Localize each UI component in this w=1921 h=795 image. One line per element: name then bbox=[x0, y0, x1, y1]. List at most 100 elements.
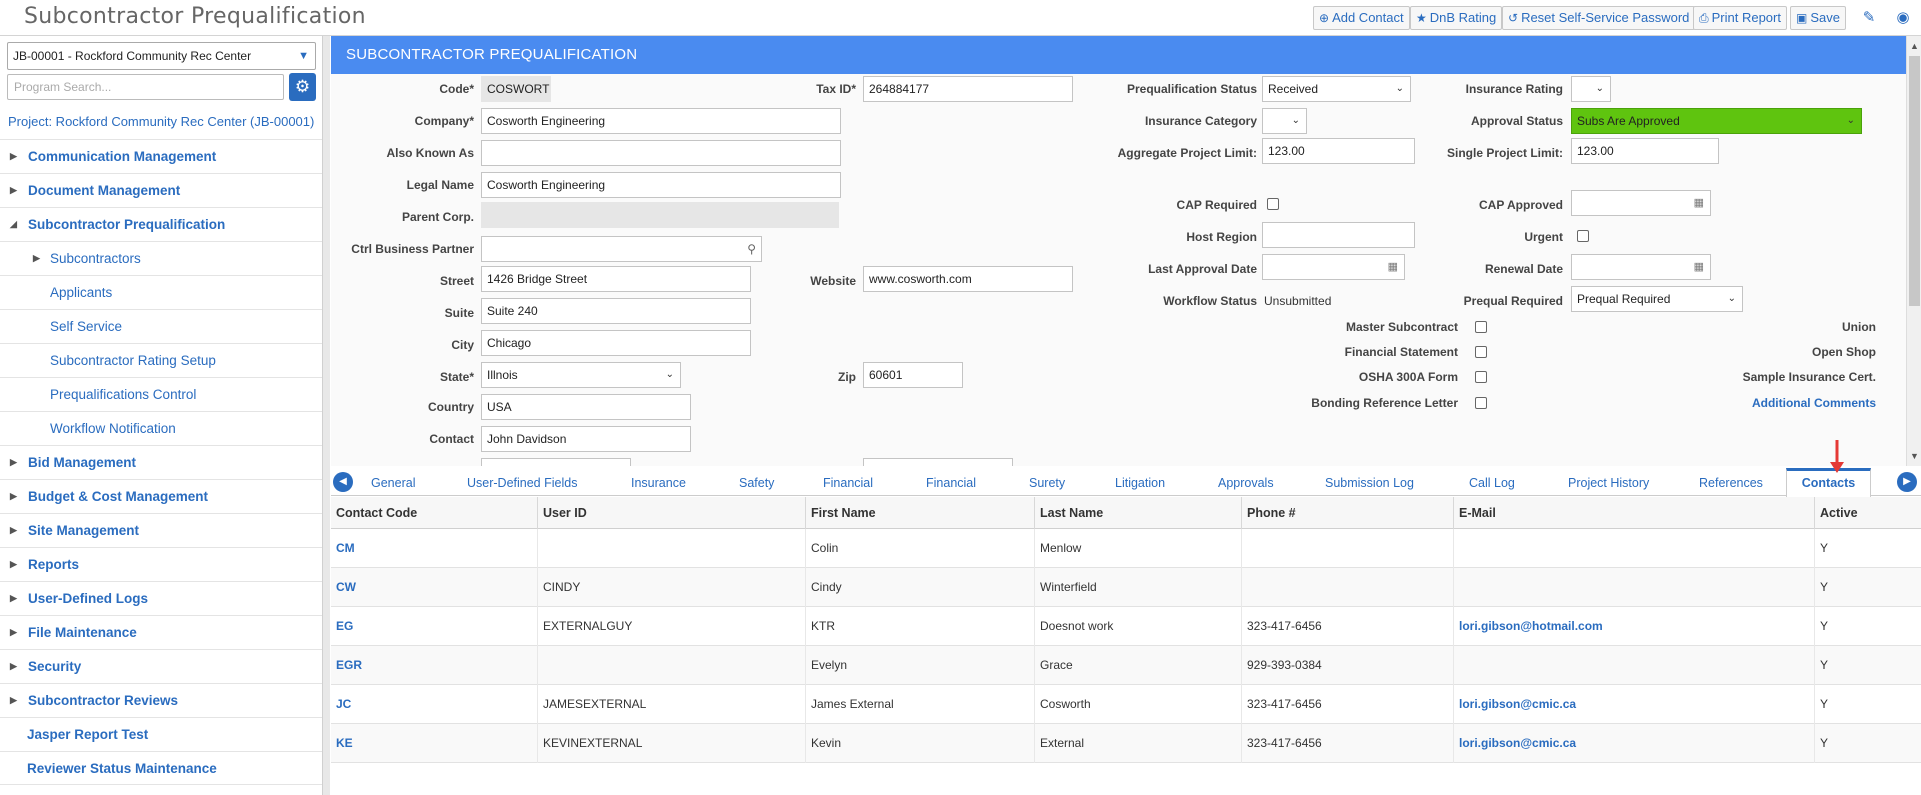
sidebar-item-file-maintenance[interactable]: ▶ File Maintenance bbox=[0, 615, 322, 649]
print-report-button[interactable]: ⎙ Print Report bbox=[1693, 6, 1787, 30]
bonding-letter-checkbox[interactable] bbox=[1475, 397, 1487, 409]
table-row[interactable]: JC JAMESEXTERNAL James External Cosworth 323… bbox=[331, 685, 1921, 724]
sidebar-item-communication-management[interactable]: ▶ Communication Management bbox=[0, 139, 322, 173]
sidebar-item-prequalifications-control[interactable]: Prequalifications Control bbox=[0, 377, 322, 411]
approval-status-select[interactable]: Subs Are Approved ⌄ bbox=[1571, 108, 1862, 134]
ctrl-bp-field[interactable]: ⚲ bbox=[481, 236, 762, 262]
osha-form-checkbox[interactable] bbox=[1475, 371, 1487, 383]
scroll-down-icon[interactable]: ▼ bbox=[1907, 448, 1921, 464]
contact-code-link[interactable]: JC bbox=[331, 685, 538, 724]
column-header[interactable]: Phone # bbox=[1242, 497, 1454, 529]
partial-field[interactable] bbox=[481, 458, 631, 466]
tab-surety[interactable]: Surety bbox=[1029, 476, 1065, 490]
sidebar-item-workflow-notification[interactable]: Workflow Notification bbox=[0, 411, 322, 445]
add-contact-button[interactable]: ⊕ Add Contact bbox=[1313, 6, 1410, 30]
insurance-category-select[interactable]: ⌄ bbox=[1262, 108, 1307, 134]
contact-code-link[interactable]: CW bbox=[331, 568, 538, 607]
cap-approved-field[interactable]: ▦ bbox=[1571, 190, 1711, 216]
program-search-input[interactable]: Program Search... bbox=[7, 74, 284, 100]
column-header[interactable]: E-Mail bbox=[1454, 497, 1815, 529]
table-row[interactable]: KE KEVINEXTERNAL Kevin External 323-417-6456… bbox=[331, 724, 1921, 763]
table-row[interactable]: EG EXTERNALGUY KTR Doesnot work 323-417-6456… bbox=[331, 607, 1921, 646]
contact-field[interactable]: John Davidson bbox=[481, 426, 691, 452]
table-row[interactable]: CW CINDY Cindy Winterfield Y bbox=[331, 568, 1921, 607]
partial-field-2[interactable] bbox=[863, 458, 1013, 466]
sidebar-item-budget-cost-management[interactable]: ▶ Budget & Cost Management bbox=[0, 479, 322, 513]
user-icon[interactable]: ◉ bbox=[1892, 7, 1914, 29]
tab-litigation[interactable]: Litigation bbox=[1115, 476, 1165, 490]
legal-name-field[interactable]: Cosworth Engineering bbox=[481, 172, 841, 198]
sidebar-item-applicants[interactable]: Applicants bbox=[0, 275, 322, 309]
tab-submission-log[interactable]: Submission Log bbox=[1325, 476, 1414, 490]
sidebar-item-reports[interactable]: ▶ Reports bbox=[0, 547, 322, 581]
sidebar-item-subcontractors[interactable]: ▶ Subcontractors bbox=[0, 241, 322, 275]
sidebar-item-bid-management[interactable]: ▶ Bid Management bbox=[0, 445, 322, 479]
tab-user-defined-fields[interactable]: User-Defined Fields bbox=[467, 476, 577, 490]
tab-call-log[interactable]: Call Log bbox=[1469, 476, 1515, 490]
column-header[interactable]: User ID bbox=[538, 497, 806, 529]
table-row[interactable]: EGR Evelyn Grace 929-393-0384 Y bbox=[331, 646, 1921, 685]
prequal-required-select[interactable]: Prequal Required ⌄ bbox=[1571, 286, 1743, 312]
dnb-rating-button[interactable]: ★ DnB Rating bbox=[1410, 6, 1503, 30]
tab-general[interactable]: General bbox=[371, 476, 415, 490]
suite-field[interactable]: Suite 240 bbox=[481, 298, 751, 324]
sidebar-item-security[interactable]: ▶ Security bbox=[0, 649, 322, 683]
master-subcontract-checkbox[interactable] bbox=[1475, 321, 1487, 333]
sidebar-item-subcontractor-prequalification[interactable]: ◢ Subcontractor Prequalification bbox=[0, 207, 322, 241]
contact-code-link[interactable]: KE bbox=[331, 724, 538, 763]
edit-icon[interactable]: ✎ bbox=[1858, 7, 1880, 29]
calendar-icon[interactable]: ▦ bbox=[1694, 191, 1704, 215]
email-link[interactable] bbox=[1454, 568, 1815, 607]
email-link[interactable]: lori.gibson@cmic.ca bbox=[1454, 724, 1815, 763]
tab-financial-2[interactable]: Financial bbox=[926, 476, 976, 490]
company-field[interactable]: Cosworth Engineering bbox=[481, 108, 841, 134]
financial-statement-checkbox[interactable] bbox=[1475, 346, 1487, 358]
renewal-date-field[interactable]: ▦ bbox=[1571, 254, 1711, 280]
project-select[interactable]: JB-00001 - Rockford Community Rec Center… bbox=[7, 42, 316, 70]
column-header[interactable]: Active bbox=[1815, 497, 1921, 529]
email-link[interactable] bbox=[1454, 529, 1815, 568]
city-field[interactable]: Chicago bbox=[481, 330, 751, 356]
calendar-icon[interactable]: ▦ bbox=[1694, 255, 1704, 279]
gear-icon[interactable]: ⚙ bbox=[289, 73, 316, 101]
cap-required-checkbox[interactable] bbox=[1267, 198, 1279, 210]
search-icon[interactable]: ⚲ bbox=[747, 237, 756, 261]
scroll-up-icon[interactable]: ▲ bbox=[1907, 38, 1921, 54]
tab-safety[interactable]: Safety bbox=[739, 476, 774, 490]
sidebar-item-site-management[interactable]: ▶ Site Management bbox=[0, 513, 322, 547]
urgent-checkbox[interactable] bbox=[1577, 230, 1589, 242]
aka-field[interactable] bbox=[481, 140, 841, 166]
tab-financial-1[interactable]: Financial bbox=[823, 476, 873, 490]
sidebar-item-reviewer-status-maintenance[interactable]: Reviewer Status Maintenance bbox=[0, 751, 322, 785]
table-row[interactable]: CM Colin Menlow Y bbox=[331, 529, 1921, 568]
reset-password-button[interactable]: ↺ Reset Self-Service Password bbox=[1502, 6, 1696, 30]
tab-insurance[interactable]: Insurance bbox=[631, 476, 686, 490]
contact-code-link[interactable]: EG bbox=[331, 607, 538, 646]
email-link[interactable] bbox=[1454, 646, 1815, 685]
tab-references[interactable]: References bbox=[1699, 476, 1763, 490]
sidebar-splitter[interactable] bbox=[322, 36, 330, 795]
sidebar-item-document-management[interactable]: ▶ Document Management bbox=[0, 173, 322, 207]
form-scrollbar[interactable]: ▲ ▼ bbox=[1906, 36, 1921, 466]
column-header[interactable]: Last Name bbox=[1035, 497, 1242, 529]
contact-code-link[interactable]: CM bbox=[331, 529, 538, 568]
zip-field[interactable]: 60601 bbox=[863, 362, 963, 388]
sidebar-item-self-service[interactable]: Self Service bbox=[0, 309, 322, 343]
sidebar-item-subcontractor-reviews[interactable]: ▶ Subcontractor Reviews bbox=[0, 683, 322, 717]
project-link[interactable]: Project: Rockford Community Rec Center (… bbox=[8, 114, 314, 129]
tab-project-history[interactable]: Project History bbox=[1568, 476, 1649, 490]
insurance-rating-select[interactable]: ⌄ bbox=[1571, 76, 1611, 102]
chevron-left-icon[interactable]: ◀ bbox=[333, 472, 353, 492]
sidebar-item-rating-setup[interactable]: Subcontractor Rating Setup bbox=[0, 343, 322, 377]
scroll-thumb[interactable] bbox=[1909, 56, 1920, 306]
email-link[interactable]: lori.gibson@hotmail.com bbox=[1454, 607, 1815, 646]
save-button[interactable]: ▣ Save bbox=[1790, 6, 1846, 30]
sidebar-item-user-defined-logs[interactable]: ▶ User-Defined Logs bbox=[0, 581, 322, 615]
column-header[interactable]: First Name bbox=[806, 497, 1035, 529]
country-field[interactable]: USA bbox=[481, 394, 691, 420]
tab-approvals[interactable]: Approvals bbox=[1218, 476, 1274, 490]
sidebar-item-jasper-report-test[interactable]: Jasper Report Test bbox=[0, 717, 322, 751]
column-header[interactable]: Contact Code bbox=[331, 497, 538, 529]
contact-code-link[interactable]: EGR bbox=[331, 646, 538, 685]
email-link[interactable]: lori.gibson@cmic.ca bbox=[1454, 685, 1815, 724]
